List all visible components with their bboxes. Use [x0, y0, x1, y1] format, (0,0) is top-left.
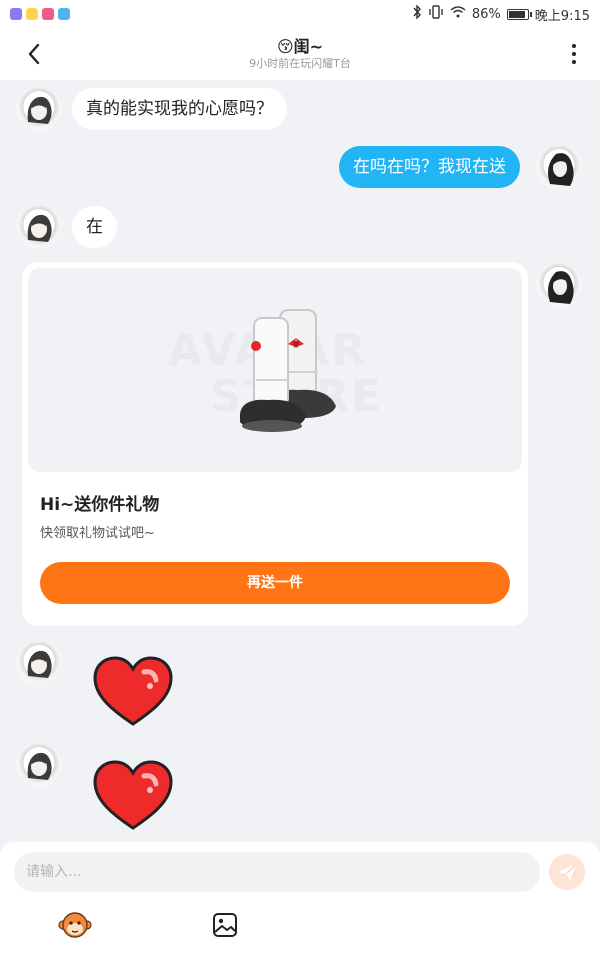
bluetooth-icon: [412, 4, 422, 23]
friend-avatar[interactable]: [16, 640, 62, 686]
chat-subtitle: 9小时前在玩闪耀T台: [249, 57, 351, 70]
image-button[interactable]: [208, 908, 242, 942]
home-notification-icon: [58, 8, 70, 20]
chevron-left-icon: [28, 43, 40, 65]
app-notification-icon: [10, 8, 22, 20]
send-another-button[interactable]: 再送一件: [40, 562, 510, 604]
heart-sticker-icon[interactable]: [92, 656, 174, 728]
emoji-button[interactable]: [58, 908, 92, 942]
send-icon: [558, 864, 576, 881]
battery-icon: [506, 8, 532, 20]
monkey-emoji-icon: [58, 912, 92, 938]
more-options-button[interactable]: [562, 40, 586, 68]
back-button[interactable]: [18, 40, 50, 68]
status-bar: 86% 晚上9:15: [0, 0, 600, 28]
clock: 晚上9:15: [534, 8, 590, 24]
my-avatar[interactable]: [536, 144, 582, 190]
boots-gift-icon: [240, 309, 336, 432]
friend-avatar[interactable]: [16, 204, 62, 250]
wifi-icon: [450, 6, 466, 22]
message-input[interactable]: [14, 852, 540, 892]
vibrate-icon: [428, 5, 444, 23]
status-app-icons: [10, 8, 70, 20]
message-bubble[interactable]: 在吗在吗？我现在送: [339, 146, 520, 188]
gift-image[interactable]: AVATAR STORE: [28, 268, 522, 472]
friend-avatar[interactable]: [16, 86, 62, 132]
battery-percent: 86%: [471, 6, 501, 22]
more-vertical-icon: [572, 44, 576, 48]
app-notification-icon: [42, 8, 54, 20]
status-indicators: 86% 晚上9:15: [412, 4, 590, 24]
send-button[interactable]: [549, 854, 585, 890]
gift-title: Hi~送你件礼物: [40, 495, 160, 515]
chat-title: 😚闺~: [276, 37, 324, 56]
heart-sticker-icon[interactable]: [92, 760, 174, 832]
notes-notification-icon: [26, 8, 38, 20]
message-bubble[interactable]: 真的能实现我的心愿吗？: [72, 88, 287, 130]
gift-card[interactable]: AVATAR STORE Hi~送你件礼物 快领取礼物试试吧~ 再送一件: [22, 262, 528, 626]
friend-avatar[interactable]: [16, 742, 62, 788]
message-bubble[interactable]: 在: [72, 206, 117, 248]
chat-title-block: 😚闺~ 9小时前在玩闪耀T台: [249, 37, 351, 71]
composer: [0, 842, 600, 960]
my-avatar[interactable]: [536, 262, 582, 308]
image-icon: [213, 913, 237, 937]
chat-header: 😚闺~ 9小时前在玩闪耀T台: [0, 28, 600, 80]
gift-subtitle: 快领取礼物试试吧~: [40, 526, 155, 541]
